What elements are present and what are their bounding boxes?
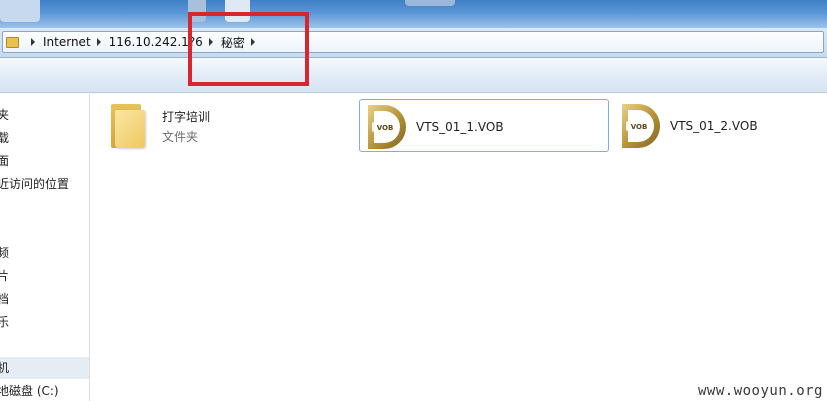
nav-item-videos[interactable]: 频 xyxy=(0,242,87,264)
nav-item-pictures[interactable]: 片 xyxy=(0,265,87,287)
nav-item-local-disk-c[interactable]: 地磁盘 (C:) xyxy=(0,380,87,401)
file-name: VTS_01_2.VOB xyxy=(670,119,758,133)
toolbar xyxy=(0,58,827,93)
chevron-right-icon[interactable] xyxy=(96,38,101,46)
vob-icon-label: VOB xyxy=(631,123,648,131)
window-top-decoration xyxy=(405,0,455,6)
nav-item-music[interactable]: 乐 xyxy=(0,311,87,333)
chevron-right-icon[interactable] xyxy=(31,38,35,46)
folder-name: 打字培训 xyxy=(162,110,211,124)
file-item[interactable]: VOB VTS_01_1.VOB xyxy=(359,99,609,152)
nav-item-recent-places[interactable]: 近访问的位置 xyxy=(0,173,87,195)
folder-item[interactable]: 打字培训 文件夹 xyxy=(91,94,346,158)
vob-file-icon: VOB xyxy=(368,105,406,149)
annotation-highlight-box xyxy=(188,12,309,86)
breadcrumb-internet[interactable]: Internet xyxy=(43,35,91,49)
nav-item-favorites[interactable]: 夹 xyxy=(0,104,87,126)
nav-item-computer[interactable]: 机 xyxy=(0,357,89,379)
window-top-decoration xyxy=(0,0,40,22)
folder-icon xyxy=(111,102,145,148)
vob-icon-label: VOB xyxy=(377,124,394,132)
nav-item-downloads[interactable]: 载 xyxy=(0,127,87,149)
window-top-strip xyxy=(0,0,827,28)
file-list: 打字培训 文件夹 VOB VTS_01_1.VOB VOB VTS_01_2.V… xyxy=(91,94,827,401)
navigation-pane: 夹 载 面 近访问的位置 频 片 档 乐 机 地磁盘 (C:) xyxy=(0,94,90,401)
breadcrumb[interactable]: Internet 116.10.242.1?6 秘密 xyxy=(2,31,824,53)
folder-type: 文件夹 xyxy=(162,130,199,144)
nav-item-documents[interactable]: 档 xyxy=(0,288,87,310)
folder-icon xyxy=(6,36,19,48)
file-name: VTS_01_1.VOB xyxy=(416,120,504,134)
nav-item-desktop[interactable]: 面 xyxy=(0,150,87,172)
vob-file-icon: VOB xyxy=(622,104,660,148)
watermark: www.wooyun.org xyxy=(697,383,823,399)
address-bar: Internet 116.10.242.1?6 秘密 xyxy=(0,28,827,58)
file-item[interactable]: VOB VTS_01_2.VOB xyxy=(614,99,814,152)
nav-item-computer-label: 机 xyxy=(0,361,9,375)
